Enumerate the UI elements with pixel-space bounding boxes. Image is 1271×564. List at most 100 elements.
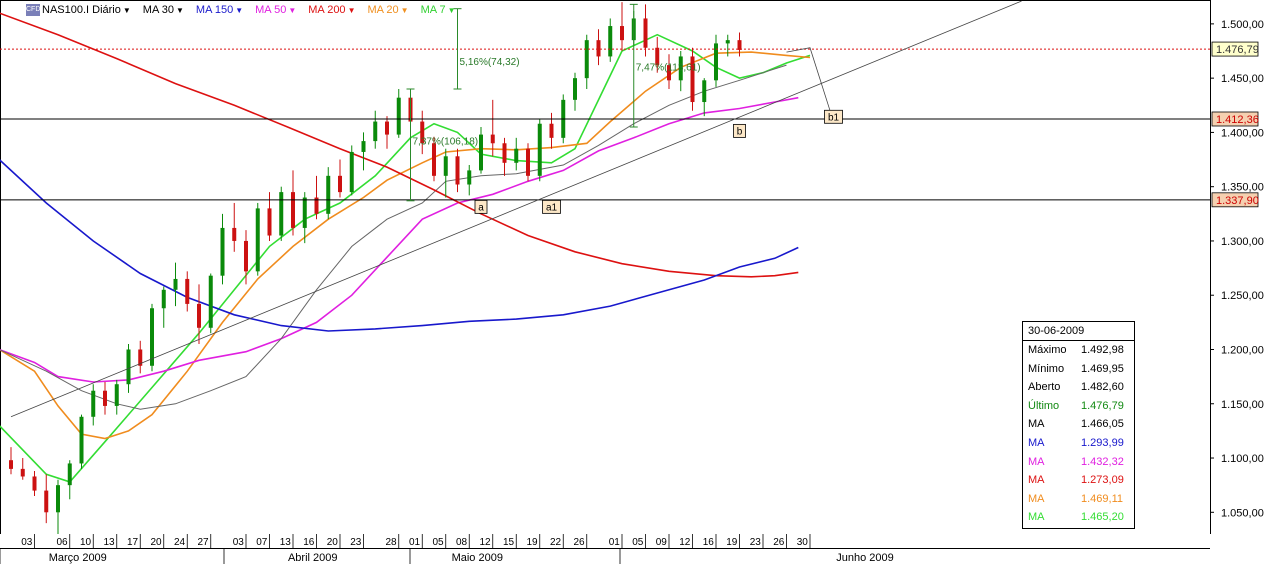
candle-body	[643, 18, 648, 48]
candle-body	[91, 390, 96, 417]
candle-body	[32, 476, 37, 491]
candle	[690, 47, 695, 111]
candle-body	[349, 151, 354, 193]
indicator-label: MA 30	[142, 4, 174, 16]
symbol-selector[interactable]: NAS100.I Diário ▼	[42, 4, 131, 16]
candle-body	[608, 26, 613, 57]
candle-body	[279, 192, 284, 236]
candle-body	[150, 308, 154, 366]
y-tick-label: 1.450,00	[1221, 73, 1264, 85]
data-window-row: MA 1.293,99	[1023, 434, 1134, 453]
x-day-label: 17	[127, 537, 139, 548]
x-day-label: 16	[303, 537, 315, 548]
measurement-label: 7,37%(106,18)	[413, 136, 479, 147]
x-day-label: 15	[503, 537, 515, 548]
data-window-key: MA	[1028, 418, 1045, 431]
data-window-row: MA 1.465,20	[1023, 508, 1134, 527]
candle-body	[67, 463, 72, 486]
data-window-key: MA	[1028, 511, 1045, 524]
candle	[208, 273, 213, 334]
data-window-value: 1.482,60	[1081, 381, 1124, 394]
candle-body	[197, 303, 201, 328]
candle-body	[302, 197, 307, 228]
x-day-label: 19	[526, 537, 538, 548]
candle	[537, 119, 542, 182]
cfd-logo-icon: CFD	[26, 4, 40, 16]
x-day-label: 01	[409, 537, 421, 548]
candle-body	[432, 143, 436, 176]
candle	[279, 186, 284, 241]
x-month-label: Maio 2009	[452, 552, 503, 564]
candle-body	[725, 40, 730, 44]
candle-body	[396, 97, 401, 135]
x-day-label: 05	[632, 537, 644, 548]
x-day-label: 20	[327, 537, 339, 548]
candle-body	[361, 141, 366, 152]
y-tick-label: 1.350,00	[1221, 182, 1264, 194]
candle-body	[9, 460, 13, 469]
candle-body	[338, 175, 342, 193]
y-tick-label: 1.100,00	[1221, 453, 1264, 465]
candle-body	[620, 26, 624, 41]
indicator-toggle[interactable]: MA 7 ▼	[421, 4, 456, 16]
candle-body	[373, 121, 378, 142]
y-tick-label: 1.300,00	[1221, 236, 1264, 248]
candle-body	[596, 40, 601, 57]
candle-body	[185, 278, 190, 304]
x-day-label: 26	[573, 537, 585, 548]
x-day-label: 05	[432, 537, 444, 548]
candle-body	[126, 349, 131, 385]
data-window-row: MA 1.469,11	[1023, 490, 1134, 509]
data-window-row: Mínimo 1.469,95	[1023, 360, 1134, 379]
candle-body	[291, 192, 295, 228]
indicator-toggle[interactable]: MA 30 ▼	[143, 4, 184, 16]
y-tick-label: 1.050,00	[1221, 507, 1264, 519]
candle-body	[573, 78, 577, 100]
x-day-label: 13	[103, 537, 115, 548]
data-window: 30-06-2009 Máximo 1.492,98 Mínimo 1.469,95 A…	[1022, 321, 1135, 529]
x-day-label: 23	[350, 537, 362, 548]
candle-body	[267, 208, 272, 236]
x-day-label: 22	[550, 537, 562, 548]
data-window-key: Mínimo	[1028, 362, 1065, 375]
x-day-label: 03	[233, 537, 245, 548]
x-day-label: 10	[80, 537, 92, 548]
indicator-toggle[interactable]: MA 20 ▼	[367, 4, 408, 16]
candle-body	[161, 289, 166, 309]
data-window-value: 1.469,95	[1081, 362, 1124, 375]
candle-body	[103, 390, 107, 406]
indicator-toggle[interactable]: MA 150 ▼	[196, 4, 243, 16]
candle	[150, 303, 154, 372]
indicator-label: MA 7	[420, 4, 446, 16]
indicator-toggle[interactable]: MA 200 ▼	[308, 4, 355, 16]
chevron-down-icon: ▼	[447, 6, 456, 15]
indicator-list: MA 30 ▼ MA 150 ▼ MA 50 ▼ MA 200 ▼ MA 20 ▼ MA 7 ▼	[143, 4, 468, 16]
candle-body	[385, 121, 389, 135]
data-window-value: 1.466,05	[1081, 418, 1124, 431]
chevron-down-icon: ▼	[175, 6, 184, 15]
data-window-key: Último	[1028, 399, 1060, 412]
data-window-key: MA	[1028, 492, 1045, 505]
candle-body	[549, 123, 554, 138]
indicator-toggle[interactable]: MA 50 ▼	[255, 4, 296, 16]
candle-body	[443, 156, 448, 176]
x-day-label: 12	[479, 537, 491, 548]
price-label: 1.337,90	[1216, 195, 1259, 207]
candle-body	[479, 134, 483, 171]
wave-label-text: a	[478, 202, 484, 213]
chevron-down-icon: ▼	[122, 6, 131, 15]
x-day-label: 19	[726, 537, 738, 548]
data-window-key: MA	[1028, 436, 1045, 449]
x-day-label: 07	[256, 537, 268, 548]
y-tick-label: 1.500,00	[1221, 19, 1264, 31]
candle-body	[584, 40, 589, 79]
x-month-label: Abril 2009	[288, 552, 338, 564]
indicator-label: MA 200	[308, 4, 346, 16]
candle-body	[514, 148, 519, 163]
y-tick-label: 1.200,00	[1221, 344, 1264, 356]
wave-label: b1	[824, 109, 843, 124]
wave-label: a1	[542, 199, 561, 214]
candle-body	[526, 148, 530, 176]
x-month-label: Março 2009	[49, 552, 107, 564]
data-window-row: Máximo 1.492,98	[1023, 341, 1134, 360]
